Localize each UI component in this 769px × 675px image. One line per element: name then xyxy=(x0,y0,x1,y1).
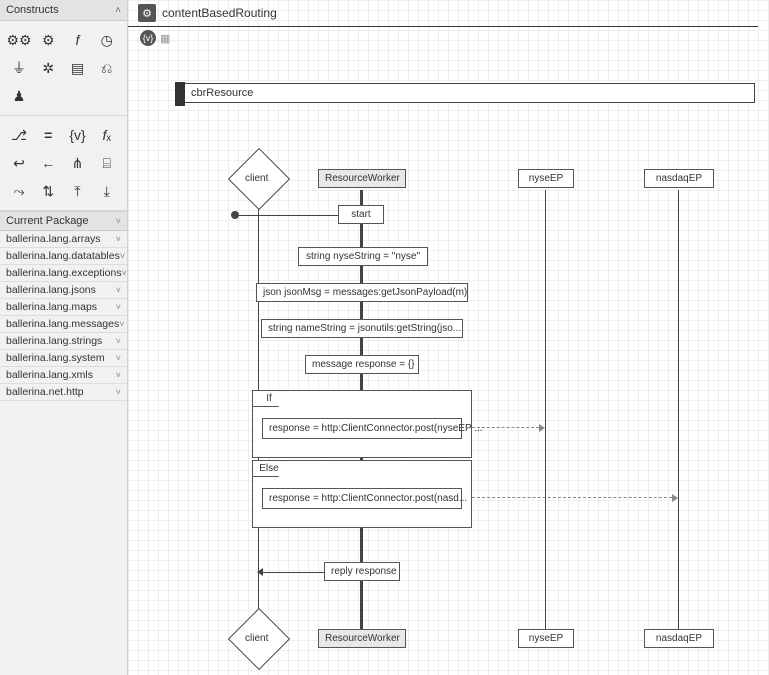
client-start-label: client xyxy=(245,173,268,184)
tool-palette-1: ⚙⚙ ⚙ f ◷ ⏚ ✲ ▤ ⎌ ♟ xyxy=(0,21,127,116)
clock-icon[interactable]: ◷ xyxy=(94,27,120,53)
package-label: ballerina.lang.strings xyxy=(6,335,102,347)
package-item[interactable]: ballerina.lang.messages˅ xyxy=(0,316,127,333)
chevron-down-icon: ˅ xyxy=(116,302,121,312)
package-item[interactable]: ballerina.lang.xmls ˅ xyxy=(0,367,127,384)
resource-tab-icon xyxy=(175,82,185,106)
plug-icon[interactable]: ⏚ xyxy=(6,55,32,81)
constructs-title: Constructs xyxy=(6,4,59,16)
client-end-label: client xyxy=(245,633,268,644)
tool-palette-2: ⎇ = {v} fₓ ↩ ← ⋔ ⌸ ⤳ ⇅ ⤒ ⤓ xyxy=(0,116,127,211)
package-item[interactable]: ballerina.net.http ˅ xyxy=(0,384,127,401)
constructs-header[interactable]: Constructs ˄ xyxy=(0,0,127,21)
package-label: ballerina.lang.exceptions xyxy=(6,267,122,279)
if-body[interactable]: response = http:ClientConnector.post(nys… xyxy=(262,418,462,439)
nyse-call-arrow xyxy=(472,427,544,428)
package-label: ballerina.lang.maps xyxy=(6,301,97,313)
fx-icon[interactable]: fₓ xyxy=(94,122,120,148)
action2-icon[interactable]: ⤓ xyxy=(94,178,120,204)
resource-name: cbrResource xyxy=(191,87,253,99)
package-label: ballerina.lang.jsons xyxy=(6,284,96,296)
else-block[interactable]: Else response = http:ClientConnector.pos… xyxy=(252,460,472,528)
chevron-down-icon: ˅ xyxy=(119,319,124,329)
arrow-left-icon[interactable]: ← xyxy=(35,150,61,176)
package-item[interactable]: ballerina.lang.exceptions˅ xyxy=(0,265,127,282)
chevron-down-icon: ˅ xyxy=(116,336,121,346)
chevron-down-icon: ˅ xyxy=(116,353,121,363)
nyse-header[interactable]: nyseEP xyxy=(518,169,574,188)
start-box[interactable]: start xyxy=(338,205,384,224)
else-body[interactable]: response = http:ClientConnector.post(nas… xyxy=(262,488,462,509)
s-icon[interactable]: ⎌ xyxy=(94,55,120,81)
action1-icon[interactable]: ⤒ xyxy=(65,178,91,204)
package-list: Current Package ˅ ballerina.lang.arrays ˅… xyxy=(0,211,127,401)
worker-footer[interactable]: ResourceWorker xyxy=(318,629,406,648)
package-label: ballerina.lang.arrays xyxy=(6,233,101,245)
fork-icon[interactable]: ⋔ xyxy=(65,150,91,176)
package-label: ballerina.lang.datatables xyxy=(6,250,120,262)
add-variable-icon[interactable]: ▦ xyxy=(160,32,170,45)
worker-header[interactable]: ResourceWorker xyxy=(318,169,406,188)
var-icon[interactable]: {v} xyxy=(65,122,91,148)
current-package-label: Current Package xyxy=(6,215,89,227)
stmt-json-msg[interactable]: json jsonMsg = messages:getJsonPayload(m… xyxy=(256,283,468,302)
if-block[interactable]: If response = http:ClientConnector.post(… xyxy=(252,390,472,458)
bracket-icon[interactable]: ⌸ xyxy=(94,150,120,176)
package-label: ballerina.lang.xmls xyxy=(6,369,93,381)
stmt-response-init[interactable]: message response = {} xyxy=(305,355,419,374)
reply-box[interactable]: reply response xyxy=(324,562,400,581)
package-item[interactable]: ballerina.lang.system ˅ xyxy=(0,350,127,367)
function-icon[interactable]: f xyxy=(65,27,91,53)
transform-icon[interactable]: ⇅ xyxy=(35,178,61,204)
chevron-down-icon: ˅ xyxy=(120,251,125,261)
chevron-down-icon: ˅ xyxy=(116,234,121,244)
package-item[interactable]: ballerina.lang.arrays ˅ xyxy=(0,231,127,248)
return-icon[interactable]: ↩ xyxy=(6,150,32,176)
variables-badge[interactable]: {v} xyxy=(140,30,156,46)
start-dot-icon xyxy=(231,211,239,219)
package-label: ballerina.lang.messages xyxy=(6,318,119,330)
chevron-down-icon: ˅ xyxy=(116,387,121,397)
package-item[interactable]: ballerina.lang.strings ˅ xyxy=(0,333,127,350)
diagram-canvas[interactable]: ⚙ contentBasedRouting {v} ▦ cbrResource … xyxy=(128,0,769,675)
equals-icon[interactable]: = xyxy=(35,122,61,148)
else-label: Else xyxy=(252,460,286,477)
gear2-icon[interactable]: ✲ xyxy=(35,55,61,81)
current-package-header[interactable]: Current Package ˅ xyxy=(0,212,127,231)
package-item[interactable]: ballerina.lang.maps ˅ xyxy=(0,299,127,316)
gears-icon[interactable]: ⚙⚙ xyxy=(6,27,32,53)
s2-icon[interactable]: ⤳ xyxy=(6,178,32,204)
nasdaq-call-arrow xyxy=(472,497,677,498)
service-header[interactable]: ⚙ contentBasedRouting xyxy=(128,0,758,27)
chevron-down-icon: ˅ xyxy=(122,268,127,278)
chevron-down-icon: ˅ xyxy=(116,216,121,226)
nasdaq-footer[interactable]: nasdaqEP xyxy=(644,629,714,648)
nyse-footer[interactable]: nyseEP xyxy=(518,629,574,648)
stmt-nyse-string[interactable]: string nyseString = "nyse" xyxy=(298,247,428,266)
if-label: If xyxy=(252,390,286,407)
nasdaq-header[interactable]: nasdaqEP xyxy=(644,169,714,188)
package-item[interactable]: ballerina.lang.jsons ˅ xyxy=(0,282,127,299)
gear-icon[interactable]: ⚙ xyxy=(35,27,61,53)
package-label: ballerina.lang.system xyxy=(6,352,105,364)
branch-icon[interactable]: ⎇ xyxy=(6,122,32,148)
service-icon: ⚙ xyxy=(138,4,156,22)
worker-icon[interactable]: ♟ xyxy=(6,83,32,109)
package-label: ballerina.net.http xyxy=(6,386,84,398)
stmt-name-string[interactable]: string nameString = jsonutils:getString(… xyxy=(261,319,463,338)
sidebar: Constructs ˄ ⚙⚙ ⚙ f ◷ ⏚ ✲ ▤ ⎌ ♟ ⎇ = {v} … xyxy=(0,0,128,675)
package-item[interactable]: ballerina.lang.datatables˅ xyxy=(0,248,127,265)
nasdaq-lifeline xyxy=(678,190,679,640)
resource-header[interactable]: cbrResource xyxy=(176,83,755,103)
service-name: contentBasedRouting xyxy=(162,6,277,20)
nyse-lifeline xyxy=(545,190,546,640)
chevron-up-icon: ˄ xyxy=(115,5,121,16)
chevron-down-icon: ˅ xyxy=(116,285,121,295)
storage-icon[interactable]: ▤ xyxy=(65,55,91,81)
chevron-down-icon: ˅ xyxy=(116,370,121,380)
reply-arrow xyxy=(258,572,324,573)
